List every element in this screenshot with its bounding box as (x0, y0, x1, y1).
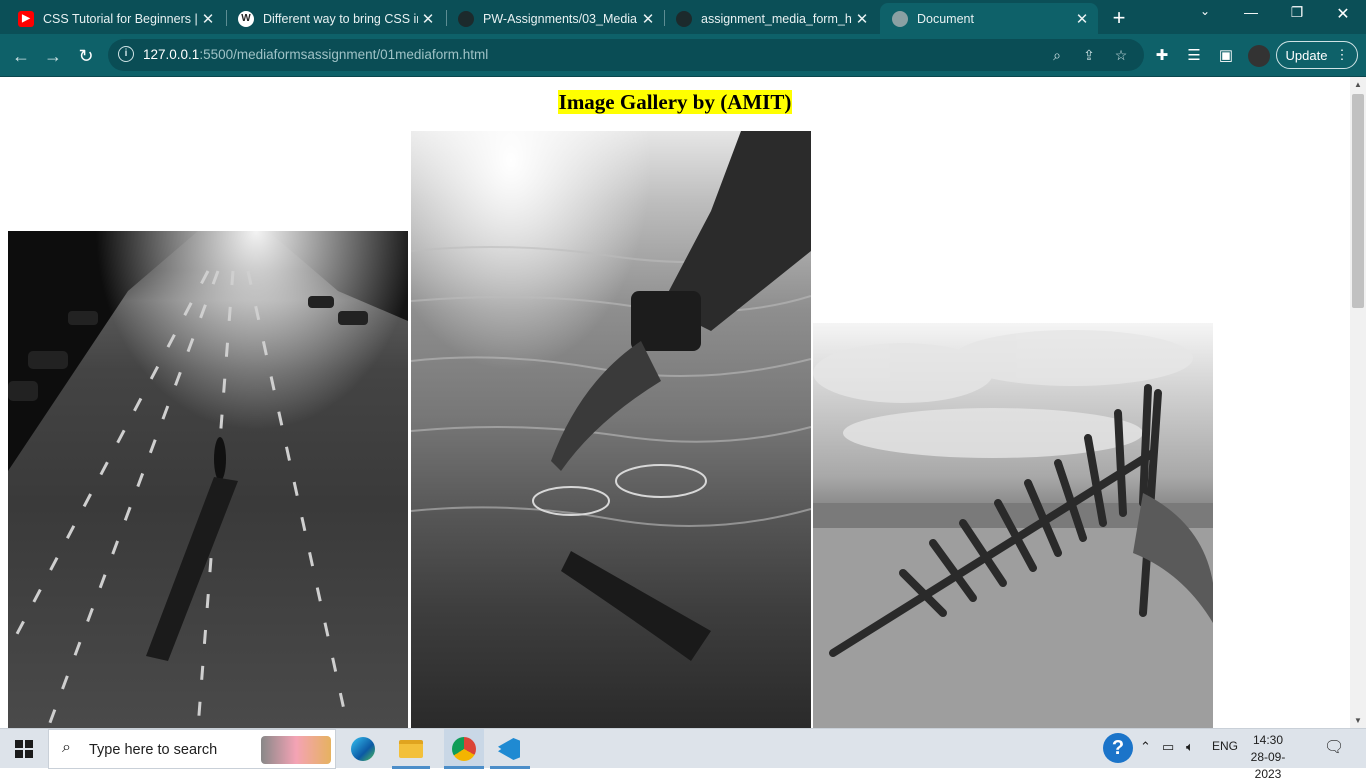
volume-icon[interactable]: 🔈︎ (1186, 739, 1194, 755)
back-button[interactable]: ← (8, 43, 34, 69)
tab-assignment-media-form[interactable]: assignment_media_form_htm ✕ (664, 3, 878, 34)
update-label: Update (1285, 47, 1328, 63)
tab-pw-assignments[interactable]: PW-Assignments/03_Media a ✕ (446, 3, 664, 34)
close-icon[interactable]: ✕ (852, 10, 872, 28)
tab-title: Document (917, 11, 974, 26)
reading-list-icon[interactable]: ☰ (1184, 46, 1204, 66)
file-explorer-icon[interactable] (396, 735, 426, 763)
language-indicator[interactable]: ENG (1212, 739, 1238, 753)
minimize-button[interactable]: — (1228, 4, 1274, 20)
close-icon[interactable]: ✕ (1072, 10, 1092, 28)
vscode-icon[interactable] (494, 735, 524, 763)
youtube-icon: ▶ (18, 10, 34, 27)
close-icon[interactable]: ✕ (198, 10, 218, 28)
url-text: 127.0.0.1:5500/mediaformsassignment/01me… (143, 47, 488, 62)
github-icon (676, 10, 692, 27)
url-host: 127.0.0.1 (143, 47, 200, 62)
forward-button[interactable]: → (40, 43, 66, 69)
globe-icon (892, 10, 908, 27)
search-icon: ⌕ (62, 739, 71, 756)
side-panel-icon[interactable]: ▣ (1216, 46, 1236, 66)
new-tab-button[interactable]: + (1108, 5, 1130, 31)
tab-css-tutorial[interactable]: ▶ CSS Tutorial for Beginners | C ✕ (6, 3, 224, 34)
battery-icon[interactable]: ▭ (1162, 739, 1174, 755)
bookmark-star-icon[interactable]: ☆ (1112, 46, 1130, 64)
page-title: Image Gallery by (AMIT) (557, 90, 793, 114)
clock-time: 14:30 (1252, 733, 1284, 747)
tab-title: Different way to bring CSS in (263, 11, 418, 26)
browser-toolbar: ← → ↻ i 127.0.0.1:5500/mediaformsassignm… (0, 34, 1366, 77)
notification-icon[interactable]: 🗨︎ (1324, 737, 1344, 757)
tab-title: CSS Tutorial for Beginners | C (43, 11, 198, 26)
tab-document[interactable]: Document ✕ (880, 3, 1098, 34)
close-window-button[interactable]: ✕ (1320, 4, 1366, 24)
close-icon[interactable]: ✕ (638, 10, 658, 28)
gallery-image-water (411, 131, 811, 728)
scroll-down-icon[interactable]: ▼ (1350, 716, 1366, 725)
page-heading: Image Gallery by (AMIT) (0, 90, 1350, 115)
help-icon[interactable]: ? (1103, 733, 1133, 763)
clock-date: 28-09-2023 (1250, 750, 1286, 781)
clock[interactable]: 14:30 28-09-2023 (1244, 732, 1292, 783)
page-scrollbar[interactable]: ▲ ▼ (1350, 77, 1366, 728)
page-viewport: Image Gallery by (AMIT) (0, 77, 1350, 728)
tab-different-way[interactable]: W Different way to bring CSS in ✕ (226, 3, 444, 34)
tab-strip: ▶ CSS Tutorial for Beginners | C ✕ W Dif… (0, 0, 1366, 34)
scrollbar-thumb[interactable] (1352, 94, 1364, 308)
gallery-image-shipwreck (813, 323, 1213, 728)
wordpress-icon: W (238, 10, 254, 27)
profile-avatar[interactable] (1248, 45, 1270, 67)
extensions-icon[interactable]: ✚ (1152, 46, 1172, 66)
reload-button[interactable]: ↻ (73, 43, 99, 69)
chrome-icon[interactable] (444, 729, 484, 769)
share-icon[interactable]: ⇪ (1080, 46, 1098, 64)
tab-title: PW-Assignments/03_Media a (483, 11, 638, 26)
address-bar[interactable]: i 127.0.0.1:5500/mediaformsassignment/01… (108, 39, 1144, 71)
search-placeholder: Type here to search (89, 742, 218, 758)
close-icon[interactable]: ✕ (418, 10, 438, 28)
tab-title: assignment_media_form_htm (701, 11, 852, 26)
chevron-up-icon[interactable]: ⌃ (1140, 739, 1151, 755)
more-menu-icon: ⋮ (1335, 47, 1349, 62)
zoom-icon[interactable]: ⌕ (1048, 46, 1066, 64)
edge-icon[interactable] (348, 735, 378, 763)
gallery-image-street (8, 231, 408, 728)
taskbar-search-box[interactable]: ⌕ Type here to search (48, 729, 336, 769)
tab-search-icon[interactable]: ⌄ (1182, 4, 1228, 18)
info-icon[interactable]: i (118, 46, 134, 62)
restore-button[interactable]: ❐ (1274, 4, 1320, 21)
taskbar: ⌕ Type here to search ? ⌃ ▭ 🔈︎ ENG 14:30… (0, 728, 1366, 781)
windows-start-icon[interactable] (8, 735, 40, 763)
update-button[interactable]: Update ⋮ (1276, 41, 1358, 69)
scroll-up-icon[interactable]: ▲ (1350, 80, 1366, 89)
github-icon (458, 10, 474, 27)
url-path: :5500/mediaformsassignment/01mediaform.h… (199, 47, 489, 62)
search-highlight-icon (261, 736, 331, 764)
